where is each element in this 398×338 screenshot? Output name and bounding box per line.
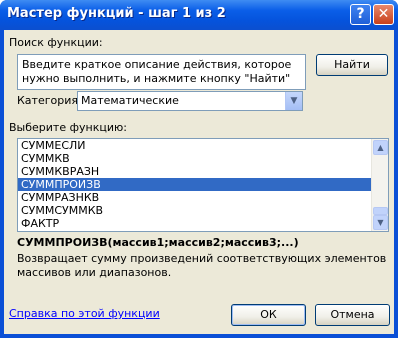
function-signature: СУММПРОИЗВ(массив1;массив2;массив3;...) bbox=[17, 236, 299, 249]
search-input[interactable]: Введите краткое описание действия, котор… bbox=[17, 54, 306, 90]
function-list-label: Выберите функцию: bbox=[9, 121, 127, 134]
category-value: Математические bbox=[81, 94, 179, 107]
list-item[interactable]: СУММКВРАЗН bbox=[18, 165, 388, 178]
help-link[interactable]: Справка по этой функции bbox=[9, 307, 160, 320]
function-description: Возвращает сумму произведений соответств… bbox=[17, 252, 387, 279]
list-item[interactable]: СУММКВ bbox=[18, 152, 388, 165]
dialog-window: Мастер функций - шаг 1 из 2 ? ✕ Поиск фу… bbox=[0, 0, 398, 338]
category-select[interactable]: Математические ▼ bbox=[77, 91, 303, 111]
title-bar[interactable]: Мастер функций - шаг 1 из 2 ? ✕ bbox=[0, 0, 398, 30]
function-listbox[interactable]: СУММЕСЛИ СУММКВ СУММКВРАЗН СУММПРОИЗВ СУММРА… bbox=[17, 138, 389, 232]
scroll-down-icon[interactable]: ▼ bbox=[373, 215, 388, 230]
list-item[interactable]: ФАКТР bbox=[18, 217, 388, 230]
chevron-down-icon[interactable]: ▼ bbox=[285, 92, 302, 110]
close-icon[interactable]: ✕ bbox=[373, 4, 394, 25]
scroll-up-icon[interactable]: ▲ bbox=[373, 140, 388, 155]
help-icon[interactable]: ? bbox=[350, 4, 371, 25]
ok-button[interactable]: ОК bbox=[231, 304, 306, 326]
list-item[interactable]: СУММПРОИЗВ bbox=[18, 178, 388, 191]
category-label: Категория: bbox=[17, 94, 82, 107]
search-label: Поиск функции: bbox=[9, 36, 103, 49]
list-item[interactable]: СУММРАЗНКВ bbox=[18, 191, 388, 204]
list-item[interactable]: СУММЕСЛИ bbox=[18, 139, 388, 152]
window-title: Мастер функций - шаг 1 из 2 bbox=[7, 6, 226, 21]
list-item[interactable]: СУММСУММКВ bbox=[18, 204, 388, 217]
scrollbar[interactable]: ▲ ▼ bbox=[371, 139, 388, 231]
dialog-body: Поиск функции: Введите краткое описание … bbox=[4, 30, 394, 334]
scroll-thumb[interactable] bbox=[373, 207, 388, 215]
cancel-button[interactable]: Отмена bbox=[315, 304, 390, 326]
find-button[interactable]: Найти bbox=[316, 54, 388, 76]
